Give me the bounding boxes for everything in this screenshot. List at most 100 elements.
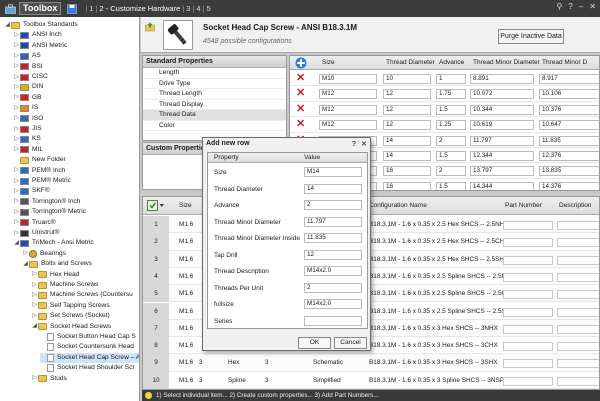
size-table-cell[interactable]: 14.376 [539,181,599,190]
tab-step-5[interactable]: 5 [204,4,212,13]
size-table-cell[interactable]: 10.376 [539,104,599,115]
part-number-input[interactable] [503,307,553,317]
col-advance[interactable]: Advance [439,59,464,66]
size-table-cell[interactable]: 1.75 [436,89,466,100]
property-value-input[interactable]: M14x2.0 [304,299,362,309]
tree-item[interactable]: ▷ PEM® Inch [13,166,65,176]
tree-item[interactable]: ◢ Bolts and Screws [22,259,92,269]
expand-toggle-icon[interactable]: ▷ [13,74,20,81]
expand-toggle-icon[interactable]: ▷ [13,105,20,112]
size-table-cell[interactable]: M10 [319,74,377,84]
tree-item[interactable]: ▷ ANSI Inch [13,30,62,40]
tree-item[interactable]: ▷ Set Screws (Socket) [31,311,110,321]
tab-step-2[interactable]: 2 - Customize Hardware [97,4,182,13]
standard-property-item[interactable]: Length [143,68,286,79]
dialog-close-icon[interactable]: ✕ [361,139,367,151]
col-thread-minor-diameter-inside[interactable]: Thread Minor D [542,59,587,66]
size-table-cell[interactable]: 10.647 [539,120,599,131]
description-input[interactable] [557,238,599,248]
tree-item[interactable]: New Folder [13,155,66,165]
description-input[interactable] [557,255,599,265]
expand-toggle-icon[interactable]: ▷ [13,136,20,143]
tree-item[interactable]: ▷ SKF® [13,186,50,196]
property-value-input[interactable]: 11.835 [304,233,362,243]
part-number-input[interactable] [503,359,553,369]
tab-step-3[interactable]: 3 [184,4,192,13]
description-input[interactable] [557,324,599,334]
tab-step-1[interactable]: 1 [87,4,95,13]
tree-item[interactable]: ◢ TriMech - Ansi Metric [13,238,94,248]
col-part-number[interactable]: Part Number [505,202,542,209]
size-table-cell[interactable]: 12 [383,120,431,131]
ok-button[interactable]: OK [298,337,331,349]
expand-toggle-icon[interactable]: ▷ [13,230,20,237]
add-row-icon[interactable] [295,57,307,71]
expand-toggle-icon[interactable]: ▷ [13,209,20,216]
size-table-cell[interactable]: 13.797 [470,166,534,177]
part-number-input[interactable] [503,272,553,282]
tree-item[interactable]: ▷ Torrington® Inch [13,197,80,207]
description-input[interactable] [557,221,599,230]
close-icon[interactable]: ✕ [589,2,596,11]
expand-toggle-icon[interactable] [13,157,20,164]
tree-item[interactable]: ▷ Machine Screws (Countersu [31,290,133,300]
delete-row-icon[interactable]: ✕ [296,73,305,84]
description-input[interactable] [557,342,599,352]
folder-up-icon[interactable] [145,22,155,32]
size-table-cell[interactable]: 11.835 [539,135,599,146]
expand-toggle-icon[interactable]: ▷ [13,115,20,122]
expand-toggle-icon[interactable]: ▷ [31,375,38,382]
property-value-input[interactable]: M14x2.0 [304,266,362,276]
size-table-cell[interactable]: 14 [383,135,431,146]
expand-toggle-icon[interactable] [40,334,47,341]
tree-item[interactable]: ▷ Self Tapping Screws [31,301,110,311]
size-table-cell[interactable]: 10.619 [470,120,534,131]
size-table-cell[interactable]: 1.25 [436,120,466,131]
standard-property-item[interactable]: Drive Type [143,79,286,89]
size-table-cell[interactable]: 12 [383,89,431,100]
property-value-input[interactable]: M14 [304,167,362,177]
tree-item[interactable]: ▷ GB [13,93,42,103]
expand-toggle-icon[interactable]: ▷ [13,188,20,195]
tree-item[interactable]: ◢ Toolbox Standards [4,20,78,30]
tree-item[interactable]: ▷ Bearings [22,249,66,259]
size-table-cell[interactable]: 10.106 [539,89,599,100]
tree-item[interactable]: ▷ Truarc® [13,218,56,228]
tree-item[interactable]: Socket Head Cap Screw – A [40,352,139,363]
expand-toggle-icon[interactable]: ▷ [13,53,20,60]
expand-toggle-icon[interactable]: ▷ [13,178,20,185]
help-icon[interactable]: ? [568,2,572,11]
expand-toggle-icon[interactable]: ▷ [13,94,20,101]
size-table-cell[interactable]: 10 [383,74,431,84]
expand-toggle-icon[interactable]: ▷ [13,63,20,70]
table-row[interactable]: 9 M1.6 3 Hex 3 Schematic B18.3.1M - 1.6 x 0.35… [143,354,599,372]
tree-item[interactable]: ▷ BSI [13,62,43,72]
size-table-cell[interactable]: 16 [383,181,431,190]
tree-item[interactable]: ▷ CISC [13,72,48,82]
size-table-cell[interactable]: M12 [319,104,377,115]
size-table-cell[interactable]: 12 [383,104,431,115]
standard-property-item[interactable]: Thread Length [143,89,286,100]
property-value-input[interactable]: 11.797 [304,216,362,227]
tree-item[interactable]: ▷ IS [13,103,38,113]
expand-toggle-icon[interactable]: ◢ [31,323,38,330]
cancel-button[interactable]: Cancel [334,337,367,349]
col-configuration-name[interactable]: Configuration Name [369,202,427,209]
expand-toggle-icon[interactable]: ▷ [31,282,38,289]
expand-toggle-icon[interactable]: ▷ [22,250,29,257]
standard-property-item[interactable]: Thread Display [143,100,286,110]
tree-item[interactable]: Socket Head Shoulder Scr [40,363,135,373]
tree-item[interactable]: ▷ Unistrut® [13,228,60,238]
size-table-cell[interactable]: 1.5 [436,151,466,161]
app-title[interactable]: Toolbox [19,2,62,15]
delete-row-icon[interactable]: ✕ [296,103,305,114]
tree-item[interactable]: ◢ Socket Head Screws [31,322,111,332]
description-input[interactable] [557,359,599,369]
tree-item[interactable]: ▷ DIN [13,82,43,92]
size-table-cell[interactable]: 1 [436,74,466,84]
expand-toggle-icon[interactable]: ▷ [31,302,38,309]
expand-toggle-icon[interactable] [40,354,47,361]
col-thread-diameter[interactable]: Thread Diameter [386,59,435,66]
size-table-cell[interactable]: 2 [436,135,466,146]
part-number-input[interactable] [503,238,553,248]
